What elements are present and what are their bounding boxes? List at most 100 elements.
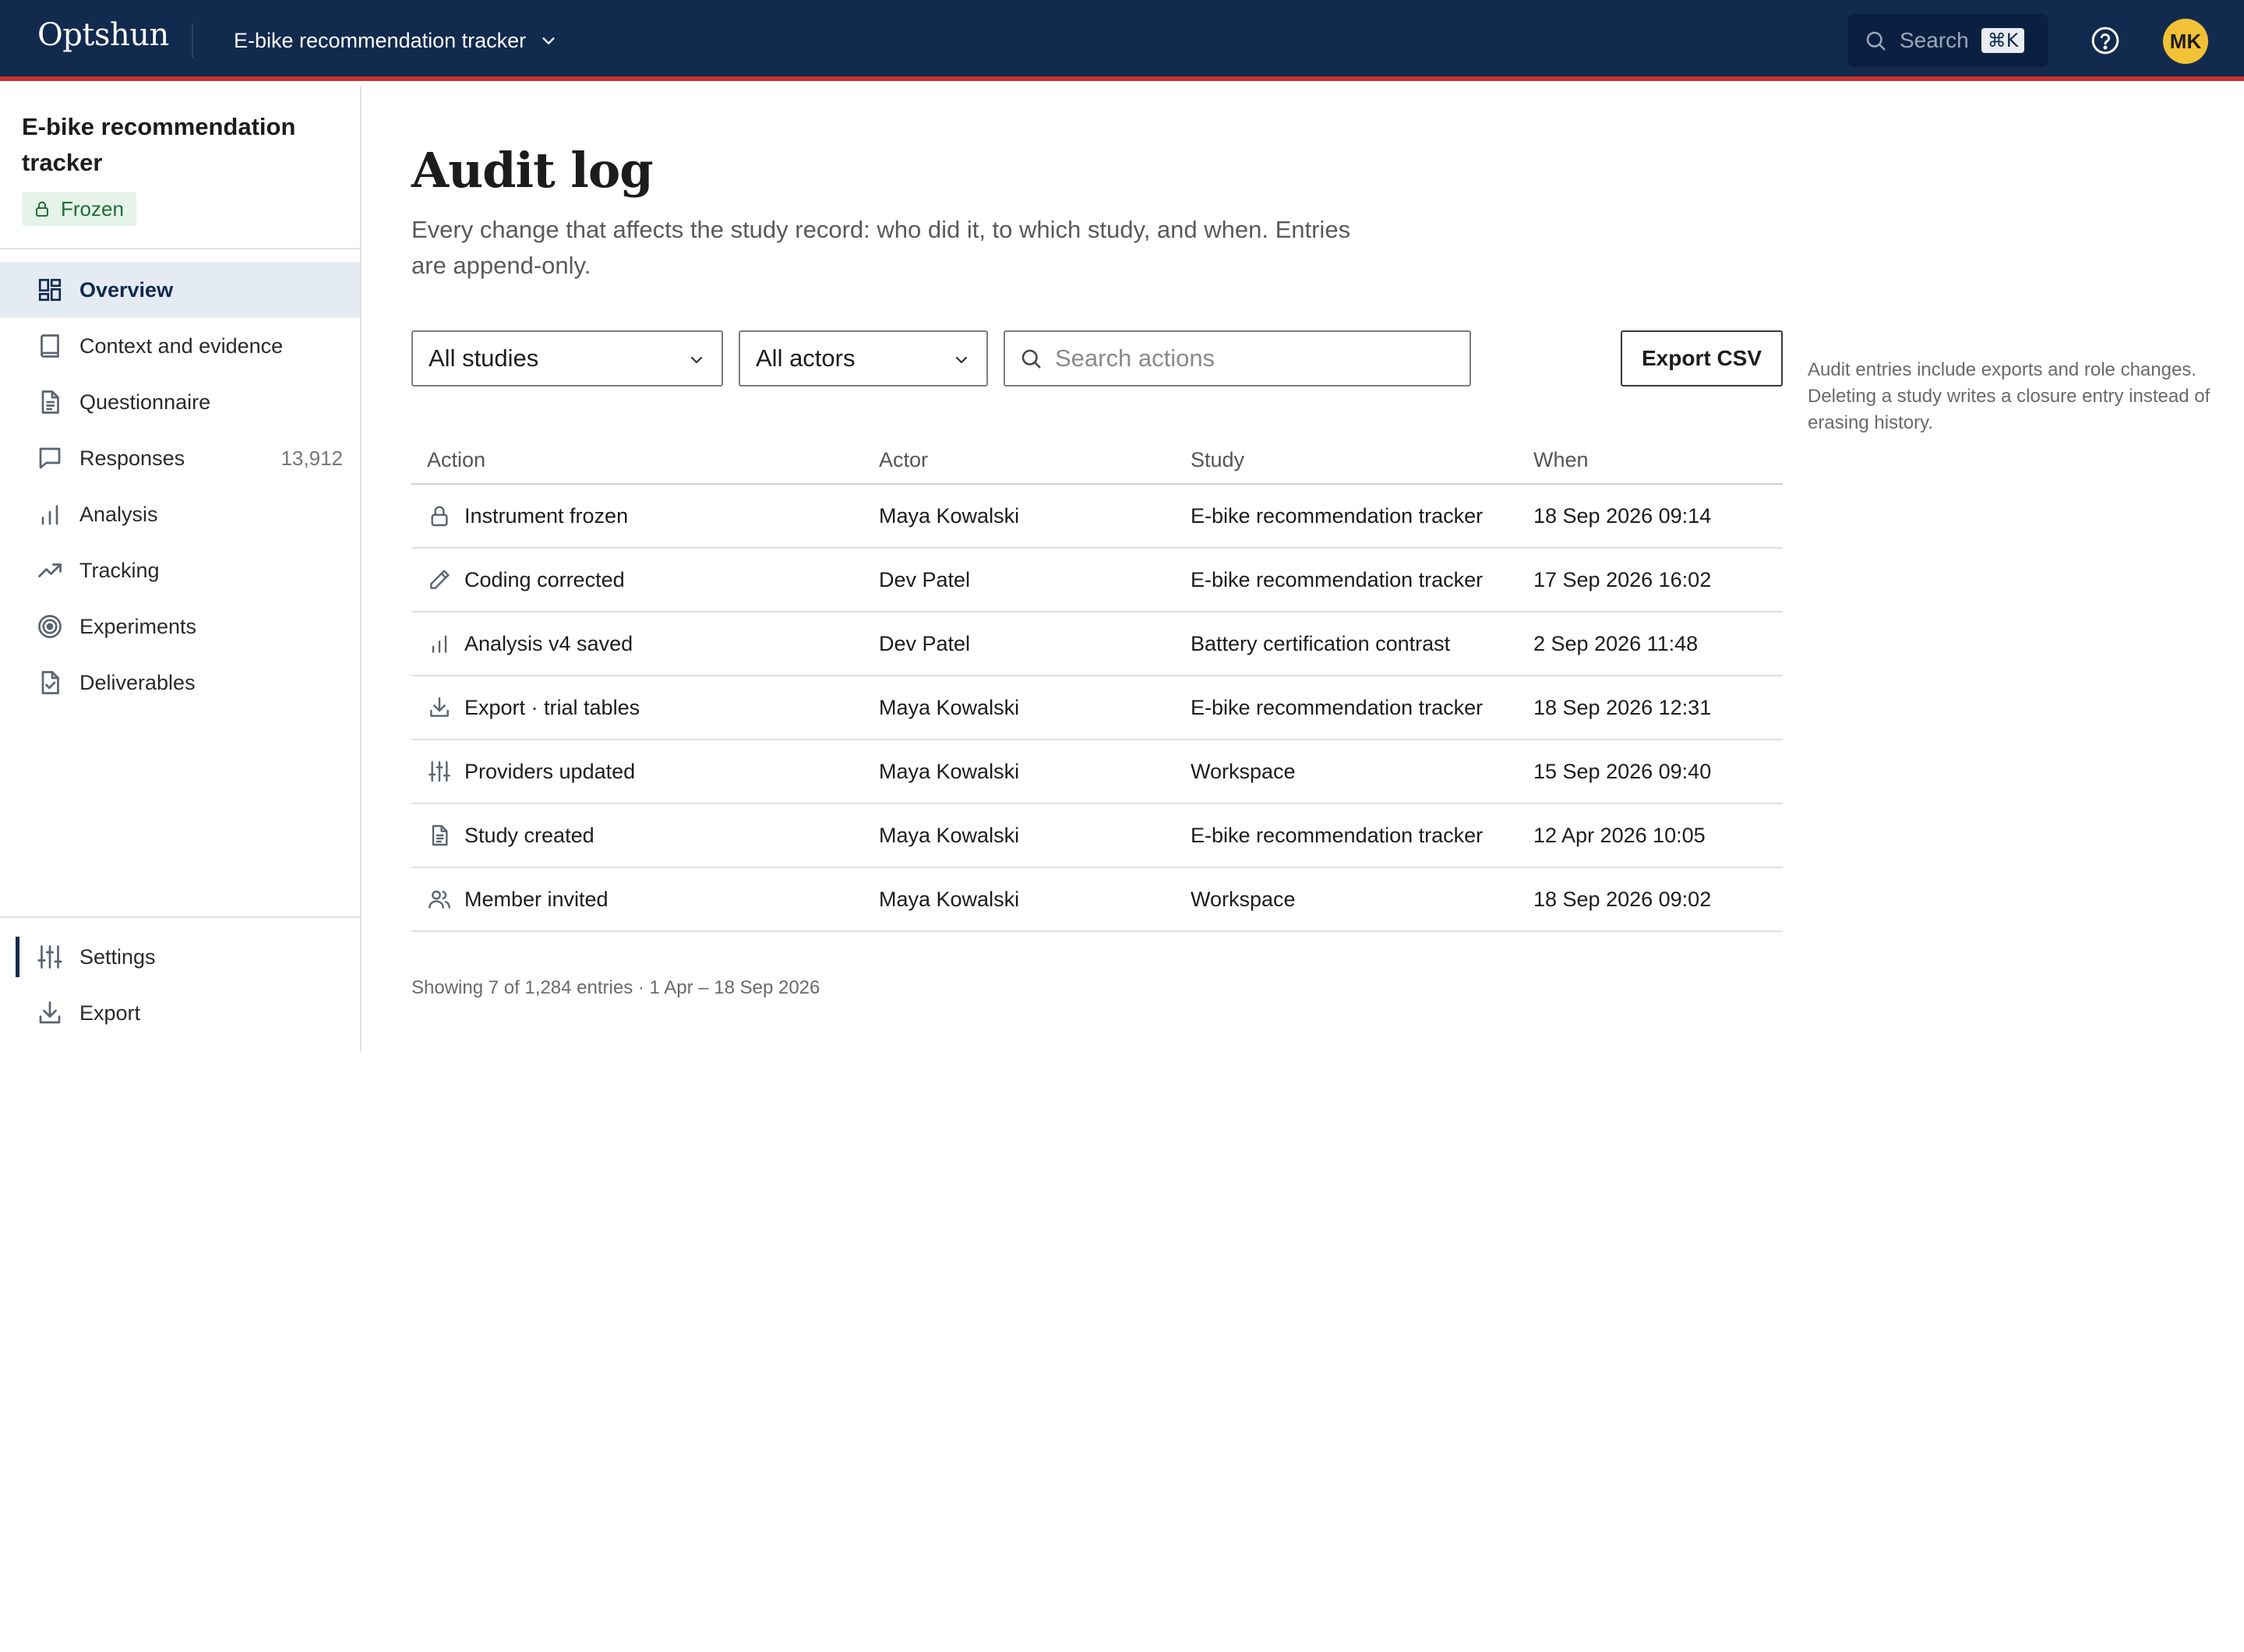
column-header-actor: Actor (879, 447, 929, 471)
actor-cell: Maya Kowalski (879, 759, 1020, 783)
search-actions-field (1004, 330, 1471, 387)
status-badge-label: Frozen (61, 196, 124, 221)
studies-filter-select[interactable]: All studies (411, 330, 723, 387)
search-icon (1019, 347, 1043, 370)
action-cell: Instrument frozen (411, 503, 879, 528)
page-title: Audit log (411, 142, 654, 199)
document-icon (36, 388, 64, 416)
download-icon (427, 695, 452, 720)
sidebar-item-experiments[interactable]: Experiments (0, 598, 360, 655)
sidebar-item-tracking[interactable]: Tracking (0, 542, 360, 598)
bar-chart-icon (36, 500, 64, 528)
users-icon (427, 887, 452, 912)
sidebar-item-label: Experiments (79, 614, 197, 638)
sidebar-study-title: E-bike recommendation tracker (22, 113, 296, 176)
bar-chart-icon (427, 631, 452, 656)
action-label: Instrument frozen (464, 503, 629, 528)
chevron-down-icon (952, 351, 971, 369)
sidebar-item-overview[interactable]: Overview (0, 262, 360, 318)
sidebar-item-context-and-evidence[interactable]: Context and evidence (0, 318, 360, 374)
study-switcher[interactable]: E-bike recommendation tracker (234, 23, 557, 58)
search-label: Search (1900, 28, 1969, 52)
sidebar-item-label: Questionnaire (79, 390, 211, 414)
global-search-button[interactable]: Search ⌘K (1848, 14, 2048, 67)
action-label: Analysis v4 saved (464, 631, 633, 655)
action-cell: Providers updated (411, 759, 879, 784)
action-cell: Analysis v4 saved (411, 631, 879, 656)
help-icon[interactable] (2090, 25, 2121, 56)
when-cell: 12 Apr 2026 10:05 (1533, 823, 1706, 847)
column-header-study: Study (1191, 447, 1245, 471)
table-row[interactable]: Study created Maya Kowalski E-bike recom… (411, 804, 1783, 868)
grid-icon (36, 276, 64, 304)
when-cell: 17 Sep 2026 16:02 (1533, 567, 1712, 591)
table-footer-summary: Showing 7 of 1,284 entries · 1 Apr – 18 … (411, 977, 820, 998)
sidebar-divider (0, 916, 360, 918)
actors-filter-value: All actors (756, 344, 856, 372)
chat-icon (36, 444, 64, 472)
trend-icon (36, 556, 64, 584)
table-row[interactable]: Member invited Maya Kowalski Workspace 1… (411, 868, 1783, 932)
top-bar: Optshun E-bike recommendation tracker Se… (0, 0, 2244, 81)
pencil-icon (427, 567, 452, 592)
table-row[interactable]: Instrument frozen Maya Kowalski E-bike r… (411, 485, 1783, 549)
actors-filter-select[interactable]: All actors (739, 330, 988, 387)
table-row[interactable]: Coding corrected Dev Patel E-bike recomm… (411, 549, 1783, 612)
sidebar-item-label: Settings (79, 944, 156, 969)
when-cell: 2 Sep 2026 11:48 (1533, 631, 1699, 655)
sidebar-item-questionnaire[interactable]: Questionnaire (0, 374, 360, 430)
file-check-icon (36, 669, 64, 697)
book-icon (36, 332, 64, 360)
table-row[interactable]: Export · trial tables Maya Kowalski E-bi… (411, 676, 1783, 740)
actor-cell: Maya Kowalski (879, 695, 1020, 719)
when-cell: 18 Sep 2026 09:14 (1533, 503, 1712, 528)
sliders-icon (427, 759, 452, 784)
lock-icon (427, 503, 452, 528)
studies-filter-value: All studies (429, 344, 539, 372)
table-row[interactable]: Analysis v4 saved Dev Patel Battery cert… (411, 612, 1783, 676)
search-icon (1864, 29, 1887, 52)
page-description: Every change that affects the study reco… (411, 216, 1351, 279)
study-cell: Workspace (1191, 759, 1296, 783)
sidebar-item-analysis[interactable]: Analysis (0, 486, 360, 542)
study-cell: E-bike recommendation tracker (1191, 503, 1484, 528)
sidebar-item-label: Analysis (79, 502, 158, 526)
when-cell: 18 Sep 2026 09:02 (1533, 887, 1712, 911)
responses-count: 13,912 (280, 446, 343, 470)
brand-logo[interactable]: Optshun (37, 17, 169, 53)
sidebar-bottom-nav: Settings Export (0, 929, 360, 1041)
action-cell: Export · trial tables (411, 695, 879, 720)
sidebar-item-responses[interactable]: Responses 13,912 (0, 430, 360, 486)
search-actions-input[interactable] (1055, 344, 1460, 372)
study-cell: E-bike recommendation tracker (1191, 823, 1484, 847)
column-header-action: Action (427, 447, 486, 471)
study-cell: Battery certification contrast (1191, 631, 1451, 655)
table-header: Action Actor Study When (411, 436, 1783, 485)
study-cell: E-bike recommendation tracker (1191, 567, 1484, 591)
sidebar-nav: Overview Context and evidence Questionna… (0, 262, 360, 711)
sidebar-item-label: Deliverables (79, 670, 196, 694)
audit-table: Action Actor Study When Instrument froze… (411, 436, 1783, 932)
audit-side-note: Audit entries include exports and role c… (1808, 359, 2210, 433)
action-label: Providers updated (464, 759, 636, 783)
lock-icon (33, 199, 51, 218)
actor-cell: Dev Patel (879, 631, 971, 655)
action-label: Coding corrected (464, 567, 625, 591)
actor-cell: Maya Kowalski (879, 823, 1020, 847)
sidebar-item-export[interactable]: Export (0, 985, 360, 1041)
study-cell: E-bike recommendation tracker (1191, 695, 1484, 719)
status-badge: Frozen (22, 192, 136, 226)
user-avatar[interactable]: MK (2163, 19, 2208, 64)
table-row[interactable]: Providers updated Maya Kowalski Workspac… (411, 740, 1783, 804)
sidebar-item-label: Export (79, 1001, 141, 1025)
action-cell: Study created (411, 823, 879, 848)
sidebar-divider (0, 248, 360, 249)
action-label: Export · trial tables (464, 695, 640, 719)
actor-cell: Maya Kowalski (879, 887, 1020, 911)
sidebar-item-deliverables[interactable]: Deliverables (0, 655, 360, 711)
export-csv-button[interactable]: Export CSV (1621, 330, 1783, 387)
sidebar-item-label: Tracking (79, 558, 160, 582)
actor-cell: Dev Patel (879, 567, 971, 591)
sidebar-item-settings[interactable]: Settings (0, 929, 360, 985)
action-cell: Coding corrected (411, 567, 879, 592)
